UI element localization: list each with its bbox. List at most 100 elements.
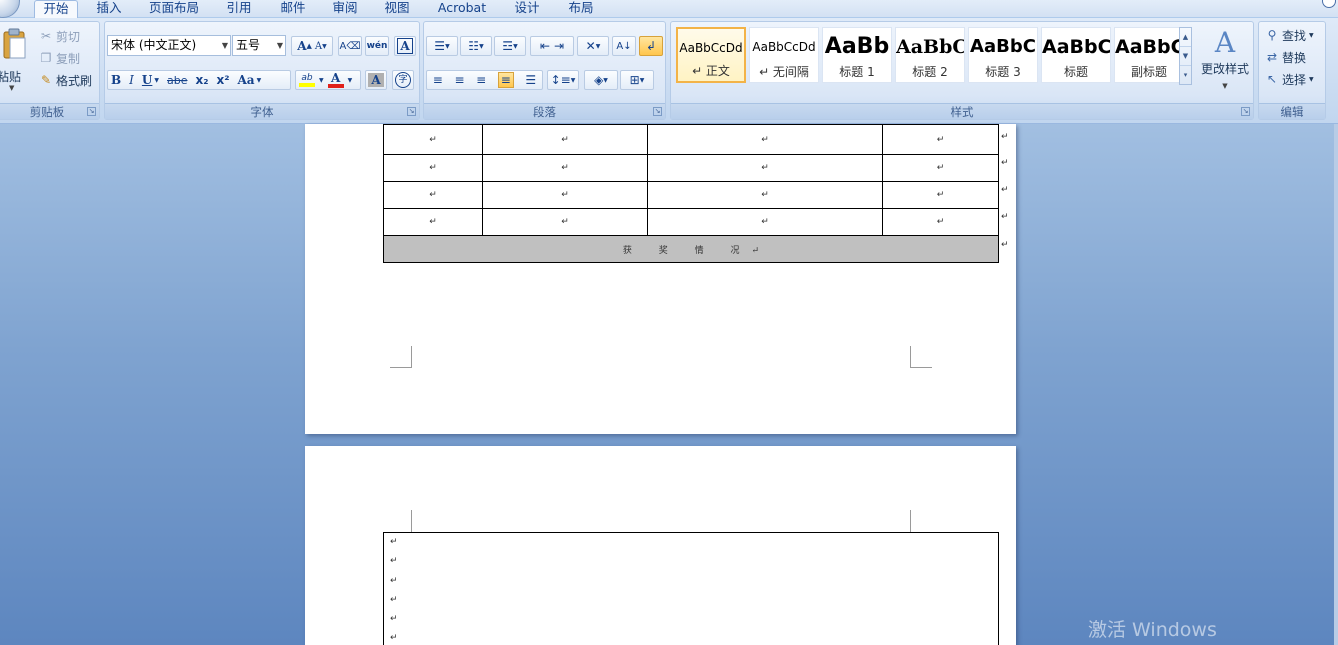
tab-home[interactable]: 开始: [34, 0, 78, 18]
group-label-font: 字体: [105, 103, 419, 119]
chevron-down-icon[interactable]: ▼: [154, 77, 159, 84]
shading-button[interactable]: ◈ ▼: [584, 70, 618, 90]
table-cell[interactable]: ↵: [647, 181, 883, 209]
table-cell[interactable]: ↵: [882, 181, 999, 209]
paste-button[interactable]: 粘贴 ▼: [0, 26, 29, 96]
style-heading-3[interactable]: AaBbC 标题 3: [968, 27, 1038, 83]
table-cell[interactable]: ↵: [882, 154, 999, 182]
table-cell[interactable]: ↵: [482, 208, 648, 236]
document-page-2[interactable]: ↵ ↵ ↵ ↵ ↵ ↵: [305, 446, 1016, 645]
select-button[interactable]: ↖ 选择 ▼: [1265, 70, 1314, 88]
font-color-button[interactable]: A: [327, 72, 344, 88]
sort-button[interactable]: A↓: [612, 36, 636, 56]
font-name-combo[interactable]: 宋体 (中文正文) ▼: [107, 35, 231, 56]
enclose-char-button[interactable]: 字: [392, 70, 414, 90]
chevron-down-icon[interactable]: ▼: [319, 77, 324, 84]
office-button[interactable]: [0, 0, 20, 18]
chevron-down-icon[interactable]: ▼: [257, 77, 262, 84]
table-cell[interactable]: ↵: [383, 181, 483, 209]
award-content-cell[interactable]: ↵ ↵ ↵ ↵ ↵ ↵: [383, 532, 999, 645]
borders-button[interactable]: ⊞ ▼: [620, 70, 654, 90]
distributed-icon[interactable]: ☰: [525, 73, 536, 87]
subscript-button[interactable]: x₂: [196, 73, 209, 87]
styles-gallery-scroll[interactable]: ▲ ▼ ▾: [1179, 27, 1192, 85]
tab-design[interactable]: 设计: [506, 0, 548, 18]
clear-format-button[interactable]: A⌫: [338, 36, 362, 56]
vertical-scrollbar[interactable]: [1334, 124, 1338, 645]
style-title[interactable]: AaBbC 标题: [1041, 27, 1111, 83]
bold-button[interactable]: B: [111, 73, 121, 87]
tab-view[interactable]: 视图: [376, 0, 418, 18]
tab-acrobat[interactable]: Acrobat: [430, 0, 494, 18]
copy-button[interactable]: ❐ 复制: [39, 49, 80, 67]
line-spacing-button[interactable]: ↕≡ ▼: [547, 70, 579, 90]
char-shading-button[interactable]: A: [365, 70, 387, 90]
grow-shrink-font-buttons[interactable]: A ▲ A ▼: [291, 36, 333, 56]
char-border-button[interactable]: A: [394, 36, 416, 56]
style-heading-1[interactable]: AaBb 标题 1: [822, 27, 892, 83]
table-cell[interactable]: ↵: [482, 154, 648, 182]
table-cell[interactable]: ↵: [482, 124, 648, 155]
phonetic-guide-button[interactable]: wén: [365, 36, 389, 56]
shrink-font-icon[interactable]: A: [315, 41, 322, 52]
table-cell[interactable]: ↵: [482, 181, 648, 209]
cut-button[interactable]: ✂ 剪切: [39, 27, 80, 45]
style-normal[interactable]: AaBbCcDd ↵ 正文: [676, 27, 746, 83]
tab-page-layout[interactable]: 页面布局: [140, 0, 208, 18]
table-cell[interactable]: ↵: [383, 124, 483, 155]
scroll-down-icon[interactable]: ▼: [1180, 47, 1191, 66]
table-cell[interactable]: ↵: [647, 124, 883, 155]
underline-button[interactable]: U: [142, 73, 152, 87]
table-cell[interactable]: ↵: [647, 208, 883, 236]
tab-mailings[interactable]: 邮件: [272, 0, 314, 18]
font-format-row: B I U ▼ abe x₂ x² Aa ▼: [107, 70, 291, 90]
document-page-1[interactable]: ↵ ↵ ↵ ↵ ↵ ↵ ↵ ↵ ↵ ↵ ↵ ↵ ↵ ↵ ↵ ↵ 获 奖 情 况↵…: [305, 124, 1016, 434]
chinese-layout-button[interactable]: ✕ ▼: [577, 36, 609, 56]
format-painter-button[interactable]: ✎ 格式刷: [39, 71, 92, 89]
tab-review[interactable]: 审阅: [324, 0, 366, 18]
strikethrough-button[interactable]: abe: [167, 74, 188, 87]
resume-table[interactable]: ↵ ↵ ↵ ↵ ↵ ↵ ↵ ↵ ↵ ↵ ↵ ↵ ↵ ↵ ↵ ↵ 获 奖 情 况↵: [383, 124, 999, 263]
style-heading-2[interactable]: AaBbC 标题 2: [895, 27, 965, 83]
increase-indent-icon[interactable]: ⇥: [554, 39, 564, 53]
multilevel-list-button[interactable]: ☲ ▼: [494, 36, 526, 56]
style-subtitle[interactable]: AaBbC 副标题: [1114, 27, 1184, 83]
chevron-down-icon[interactable]: ▼: [348, 77, 353, 84]
replace-button[interactable]: ⇄ 替换: [1265, 48, 1306, 66]
chevron-down-icon: ▼: [276, 41, 283, 50]
table-cell[interactable]: ↵: [882, 124, 999, 155]
change-case-button[interactable]: Aa: [238, 73, 255, 87]
dialog-launcher-icon[interactable]: ↘: [87, 107, 96, 116]
highlight-button[interactable]: ab: [299, 73, 315, 87]
align-left-icon[interactable]: ≡: [433, 73, 443, 87]
show-marks-button[interactable]: ↲: [639, 36, 663, 56]
style-no-spacing[interactable]: AaBbCcDd ↵ 无间隔: [749, 27, 819, 83]
table-cell[interactable]: ↵: [383, 154, 483, 182]
bullets-button[interactable]: ☰ ▼: [426, 36, 458, 56]
scroll-up-icon[interactable]: ▲: [1180, 28, 1191, 47]
font-size-combo[interactable]: 五号 ▼: [232, 35, 286, 56]
align-right-icon[interactable]: ≡: [476, 73, 486, 87]
numbering-button[interactable]: ☷ ▼: [460, 36, 492, 56]
find-button[interactable]: ⚲ 查找 ▼: [1265, 26, 1314, 44]
grow-font-icon[interactable]: A: [297, 39, 306, 53]
table-cell[interactable]: ↵: [383, 208, 483, 236]
change-styles-button[interactable]: A 更改样式 ▼: [1197, 26, 1253, 100]
gallery-more-icon[interactable]: ▾: [1180, 66, 1191, 85]
dialog-launcher-icon[interactable]: ↘: [1241, 107, 1250, 116]
align-center-icon[interactable]: ≡: [454, 73, 464, 87]
table-cell[interactable]: ↵: [882, 208, 999, 236]
italic-button[interactable]: I: [129, 73, 134, 87]
dialog-launcher-icon[interactable]: ↘: [653, 107, 662, 116]
award-section-title[interactable]: 获 奖 情 况↵: [383, 235, 999, 263]
justify-icon[interactable]: ≡: [497, 72, 514, 88]
help-icon[interactable]: [1322, 0, 1336, 8]
tab-layout[interactable]: 布局: [560, 0, 602, 18]
bullet-list-icon: ☰: [434, 39, 446, 53]
decrease-indent-icon[interactable]: ⇤: [540, 39, 550, 53]
table-cell[interactable]: ↵: [647, 154, 883, 182]
dialog-launcher-icon[interactable]: ↘: [407, 107, 416, 116]
tab-references[interactable]: 引用: [218, 0, 260, 18]
tab-insert[interactable]: 插入: [88, 0, 130, 18]
superscript-button[interactable]: x²: [217, 73, 230, 87]
